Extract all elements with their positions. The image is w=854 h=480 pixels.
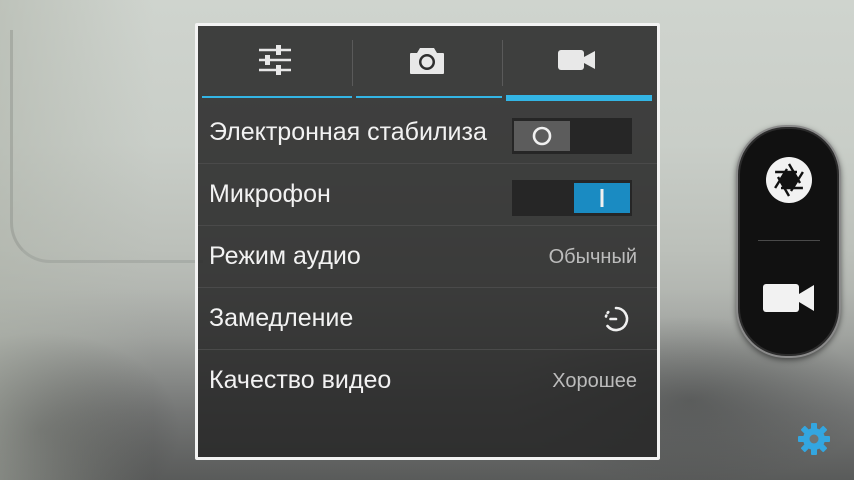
record-video-button[interactable] (738, 245, 839, 355)
setting-row-slow-motion[interactable]: Замедление (198, 288, 657, 350)
settings-button[interactable] (796, 421, 832, 462)
setting-value: Хорошее (552, 370, 637, 392)
settings-tabs (198, 26, 657, 102)
sliders-icon (257, 44, 293, 81)
timer-icon (601, 304, 631, 339)
shutter-divider (758, 240, 820, 241)
tab-general-settings[interactable] (198, 26, 352, 98)
shutter-panel (736, 125, 841, 358)
camera-icon (409, 45, 445, 80)
gear-icon (796, 421, 832, 462)
toggle-on-icon (600, 189, 604, 207)
setting-label: Качество видео (209, 366, 392, 394)
take-photo-button[interactable] (738, 127, 839, 237)
tab-indicator (356, 96, 502, 98)
setting-row-video-quality[interactable]: Качество видео Хорошее (198, 350, 657, 411)
tab-indicator (202, 96, 352, 98)
viewfinder-scene-edge (10, 30, 203, 263)
setting-value: Обычный (548, 246, 637, 268)
setting-row-microphone[interactable]: Микрофон (198, 164, 657, 226)
video-camera-icon (557, 48, 597, 77)
tab-photo-settings[interactable] (352, 26, 502, 98)
setting-label: Электронная стабилиза (209, 118, 487, 146)
aperture-icon (764, 155, 814, 210)
microphone-toggle[interactable] (512, 180, 632, 216)
tab-video-settings[interactable] (502, 26, 652, 101)
setting-label: Замедление (209, 304, 354, 332)
video-settings-popup: Электронная стабилиза Микрофон Режим ауд… (195, 23, 660, 460)
settings-list: Электронная стабилиза Микрофон Режим ауд… (198, 102, 657, 411)
toggle-thumb-on (574, 183, 630, 213)
tab-indicator-active (506, 95, 652, 101)
stabilization-toggle[interactable] (512, 118, 632, 154)
setting-label: Режим аудио (209, 242, 361, 270)
video-camera-icon (762, 282, 816, 319)
toggle-thumb-off (514, 121, 570, 151)
setting-row-audio-mode[interactable]: Режим аудио Обычный (198, 226, 657, 288)
setting-label: Микрофон (209, 180, 331, 208)
setting-row-stabilization[interactable]: Электронная стабилиза (198, 102, 657, 164)
toggle-off-icon (532, 126, 552, 146)
